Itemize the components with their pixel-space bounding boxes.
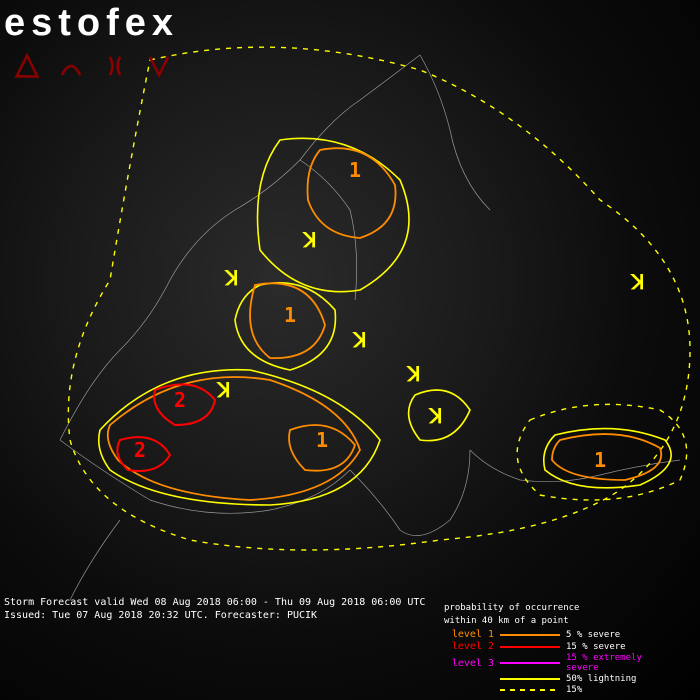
legend: probability of occurrence within 40 km o… xyxy=(444,603,676,696)
k-marker: ꓘ xyxy=(303,228,316,252)
risk-level-1-label: 1 xyxy=(316,428,328,452)
k-marker: ꓘ xyxy=(429,404,442,428)
legend-row-lightning15: 15% xyxy=(444,685,676,695)
caption-validity: Storm Forecast valid Wed 08 Aug 2018 06:… xyxy=(4,596,425,609)
legend-title-1: probability of occurrence xyxy=(444,603,676,613)
legend-title-2: within 40 km of a point xyxy=(444,616,676,626)
k-marker: ꓘ xyxy=(407,362,420,386)
legend-row-level3: level 3 15 % extremely severe xyxy=(444,653,676,673)
wind-icon xyxy=(56,51,86,81)
hazard-symbol-row xyxy=(0,47,186,85)
header: estofex xyxy=(0,0,186,85)
legend-swatch xyxy=(500,634,560,636)
tornado-icon xyxy=(12,51,42,81)
legend-swatch xyxy=(500,678,560,680)
forecast-caption: Storm Forecast valid Wed 08 Aug 2018 06:… xyxy=(4,596,425,622)
legend-swatch xyxy=(500,662,560,664)
brand-logo: estofex xyxy=(0,0,186,47)
legend-row-lightning50: 50% lightning xyxy=(444,674,676,684)
legend-row-level1: level 1 5 % severe xyxy=(444,629,676,640)
rain-icon xyxy=(144,51,174,81)
risk-level-1-label: 1 xyxy=(284,303,296,327)
legend-swatch-dashed xyxy=(500,689,560,691)
hail-icon xyxy=(100,51,130,81)
risk-level-1-label: 1 xyxy=(594,448,606,472)
map-background xyxy=(0,0,700,700)
k-marker: ꓘ xyxy=(217,378,230,402)
k-marker: ꓘ xyxy=(225,266,238,290)
k-marker: ꓘ xyxy=(631,270,644,294)
risk-level-2-label: 2 xyxy=(134,438,146,462)
risk-level-1-label: 1 xyxy=(349,158,361,182)
caption-issued: Issued: Tue 07 Aug 2018 20:32 UTC. Forec… xyxy=(4,609,425,622)
k-marker: ꓘ xyxy=(353,328,366,352)
risk-level-2-label: 2 xyxy=(174,388,186,412)
legend-row-level2: level 2 15 % severe xyxy=(444,641,676,652)
legend-swatch xyxy=(500,646,560,648)
